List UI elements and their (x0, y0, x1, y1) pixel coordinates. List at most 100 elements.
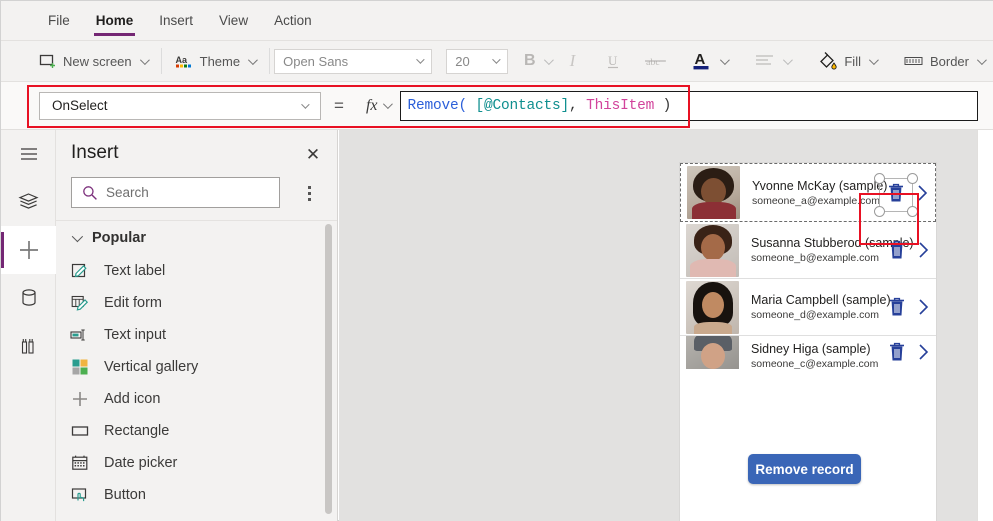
remove-record-button[interactable]: Remove record (748, 454, 861, 484)
font-color-button[interactable]: A (684, 47, 737, 75)
insert-item-label: Edit form (104, 295, 163, 311)
table-row[interactable]: Sidney Higa (sample) someone_c@example.c… (680, 336, 936, 369)
contact-email: someone_a@example.com (752, 194, 880, 207)
avatar (686, 280, 739, 334)
chevron-down-icon (383, 99, 394, 110)
menu-item-action[interactable]: Action (261, 2, 325, 40)
ribbon-group-theme: Aa Theme (166, 41, 265, 82)
menu-icon (20, 148, 37, 160)
add-icon (70, 389, 90, 409)
insert-panel-body[interactable]: Popular Text label Edit form Text input … (56, 221, 337, 521)
chevron-right-icon[interactable] (910, 240, 936, 260)
new-screen-button[interactable]: New screen (29, 47, 157, 75)
underline-button[interactable]: U (601, 46, 625, 76)
more-options-icon[interactable] (299, 182, 319, 204)
chevron-down-icon (139, 54, 150, 65)
font-size-select[interactable]: 20 (446, 48, 508, 74)
insert-item-rectangle[interactable]: Rectangle (56, 415, 337, 447)
trash-icon[interactable] (884, 239, 910, 261)
data-icon (21, 289, 36, 306)
underline-icon: U (607, 53, 618, 69)
insert-group-label: Popular (92, 230, 146, 246)
chevron-down-icon (868, 54, 879, 65)
trash-icon[interactable] (874, 172, 918, 217)
rail-item-menu[interactable] (1, 130, 56, 178)
fill-label: Fill (844, 53, 861, 69)
bold-button[interactable]: B (516, 47, 561, 75)
insert-item-button[interactable]: Button (56, 479, 337, 511)
search-input[interactable]: Search (71, 177, 280, 208)
menu-item-home[interactable]: Home (83, 2, 147, 40)
theme-button[interactable]: Aa Theme (166, 47, 265, 75)
insert-group-popular[interactable]: Popular (56, 221, 337, 255)
italic-button[interactable]: I (561, 46, 585, 76)
menu-item-file[interactable]: File (35, 2, 83, 40)
divider (269, 48, 271, 74)
row-text: Sidney Higa (sample) someone_c@example.c… (751, 341, 884, 370)
button-icon (70, 485, 90, 505)
text-input-icon (70, 325, 90, 345)
trash-icon[interactable] (884, 341, 910, 363)
table-row[interactable]: Maria Campbell (sample) someone_d@exampl… (680, 279, 936, 336)
insert-item-add-icon[interactable]: Add icon (56, 383, 337, 415)
svg-text:abc: abc (645, 57, 659, 68)
svg-text:Aa: Aa (175, 55, 187, 65)
border-button[interactable]: Border (896, 47, 993, 75)
rail-item-media[interactable] (1, 322, 56, 370)
chevron-right-icon[interactable] (909, 183, 935, 203)
table-row[interactable]: Susanna Stubberod (sample) someone_b@exa… (680, 222, 936, 279)
rail-item-data[interactable] (1, 274, 56, 322)
rail-item-tree-view[interactable] (1, 178, 56, 226)
font-family-select[interactable]: Open Sans (274, 48, 433, 74)
media-icon (21, 339, 34, 354)
table-row[interactable]: Yvonne McKay (sample) someone_a@example.… (680, 163, 936, 222)
insert-item-label: Vertical gallery (104, 359, 199, 375)
insert-item-vertical-gallery[interactable]: Vertical gallery (56, 351, 337, 383)
chevron-down-icon (416, 55, 425, 64)
formula-input[interactable]: Remove( [@Contacts] , ThisItem ) (400, 90, 978, 121)
app-canvas[interactable]: Yvonne McKay (sample) someone_a@example.… (339, 130, 977, 521)
border-icon (904, 57, 923, 65)
equals-sign: = (334, 95, 344, 115)
close-icon[interactable]: ✕ (302, 143, 324, 165)
insert-item-label: Add icon (104, 391, 161, 407)
left-icon-rail (1, 130, 56, 521)
menu-item-insert[interactable]: Insert (146, 2, 206, 40)
insert-item-label: Text input (104, 327, 167, 343)
fill-button[interactable]: Fill (810, 47, 886, 75)
ribbon-group-screen: New screen (1, 41, 157, 82)
panel-scrollbar[interactable] (325, 224, 332, 514)
font-size-value: 20 (455, 53, 470, 69)
menu-item-view[interactable]: View (206, 2, 261, 40)
insert-item-date-picker[interactable]: Date picker (56, 447, 337, 479)
contact-email: someone_c@example.com (751, 357, 879, 370)
property-select[interactable]: OnSelect (39, 91, 321, 120)
text-label-icon (70, 261, 90, 281)
formula-token-close: ) (654, 97, 672, 114)
fx-label: fx (365, 96, 378, 114)
insert-item-text-input[interactable]: Text input (56, 319, 337, 351)
property-value: OnSelect (52, 98, 108, 113)
contact-name: Susanna Stubberod (sample) (751, 236, 914, 250)
app-screen[interactable]: Yvonne McKay (sample) someone_a@example.… (679, 162, 937, 521)
chevron-right-icon[interactable] (910, 297, 936, 317)
formula-token-comma: , (569, 97, 578, 114)
formula-bar: OnSelect = fx Remove( [@Contacts] , This… (1, 82, 993, 130)
chevron-right-icon[interactable] (910, 342, 936, 362)
border-label: Border (929, 53, 969, 69)
trash-icon[interactable] (884, 296, 910, 318)
bold-label: B (523, 52, 536, 69)
contact-name: Sidney Higa (sample) (751, 341, 871, 356)
insert-plus-icon (19, 241, 38, 259)
insert-item-text-label[interactable]: Text label (56, 255, 337, 287)
rectangle-icon (70, 421, 90, 441)
strikethrough-icon: abc (644, 57, 666, 68)
italic-label: I (569, 51, 576, 70)
rail-item-insert[interactable] (1, 226, 56, 274)
insert-item-edit-form[interactable]: Edit form (56, 287, 337, 319)
formula-space-2 (578, 98, 587, 114)
formula-token-table: [@Contacts] (475, 97, 570, 114)
strikethrough-button[interactable]: abc (641, 46, 671, 76)
align-button[interactable] (747, 47, 800, 75)
fx-button[interactable]: fx (358, 97, 401, 115)
